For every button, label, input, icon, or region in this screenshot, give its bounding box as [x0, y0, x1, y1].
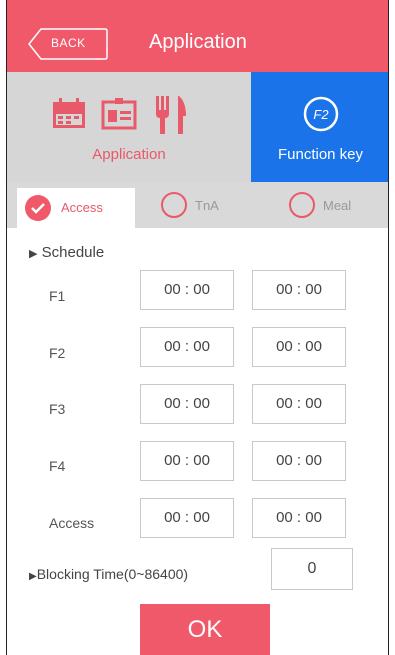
subtab-tna[interactable]: TnA [153, 182, 233, 228]
expand-arrow-icon: ▶ [29, 248, 38, 260]
empty-circle-icon [161, 192, 187, 218]
row-label: Access [49, 515, 95, 531]
empty-circle-icon [289, 192, 315, 218]
subtab-meal-label: Meal [323, 198, 352, 213]
start-time-field[interactable]: 00 : 00 [140, 327, 234, 367]
schedule-header: ▶ Schedule [29, 244, 104, 261]
subtab-access[interactable]: Access [17, 188, 135, 228]
end-time-field[interactable]: 00 : 00 [252, 384, 346, 424]
row-label: F1 [49, 288, 66, 304]
page-title: Application [149, 31, 247, 53]
row-label: F2 [49, 345, 66, 361]
start-time-field[interactable]: 00 : 00 [140, 498, 234, 538]
blocking-time-header: ▶Blocking Time(0~86400) [29, 566, 188, 582]
start-time-field[interactable]: 00 : 00 [140, 270, 234, 310]
calendar-icon [53, 98, 85, 128]
end-time-field[interactable]: 00 : 00 [252, 270, 346, 310]
check-circle-icon [25, 195, 51, 221]
blocking-time-label: Blocking Time(0~86400) [36, 566, 189, 582]
tab-function-key[interactable]: F2 Function key [251, 72, 388, 182]
end-time-field[interactable]: 00 : 00 [252, 441, 346, 481]
title-bar: BACK Application [7, 0, 388, 72]
end-time-field[interactable]: 00 : 00 [252, 498, 346, 538]
start-time-field[interactable]: 00 : 00 [140, 441, 234, 481]
top-tab-bar: Application F2 Function key [7, 72, 388, 182]
tab-application[interactable]: Application [7, 72, 251, 182]
tab-application-label: Application [92, 146, 166, 163]
app-frame: BACK Application Application F2 Function… [6, 0, 389, 655]
schedule-title: Schedule [41, 244, 105, 261]
svg-text:F2: F2 [313, 107, 329, 122]
row-label: F3 [49, 401, 66, 417]
subtab-tna-label: TnA [195, 198, 219, 213]
blocking-time-input[interactable]: 0 [271, 548, 353, 590]
fork-knife-icon [156, 96, 186, 134]
id-card-icon [101, 98, 137, 130]
back-button-label: BACK [51, 36, 86, 50]
tab-function-key-label: Function key [277, 146, 364, 163]
expand-arrow-icon: ▶ [29, 571, 37, 582]
application-icons [53, 96, 186, 134]
sub-tab-bar: Access TnA Meal [7, 182, 388, 228]
subtab-meal[interactable]: Meal [281, 182, 381, 228]
start-time-field[interactable]: 00 : 00 [140, 384, 234, 424]
ok-button[interactable]: OK [140, 604, 270, 655]
back-button[interactable]: BACK [27, 27, 109, 61]
end-time-field[interactable]: 00 : 00 [252, 327, 346, 367]
row-label: F4 [49, 458, 66, 474]
subtab-access-label: Access [61, 200, 103, 215]
function-key-icon: F2 [303, 96, 339, 132]
